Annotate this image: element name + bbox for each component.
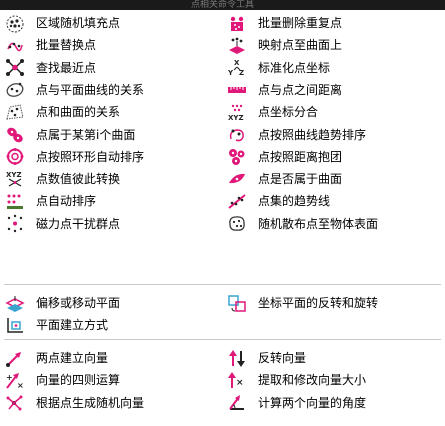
find-nearest-point-icon bbox=[4, 58, 26, 78]
vector-magnitude-icon bbox=[226, 370, 248, 390]
offset-plane-icon bbox=[4, 293, 26, 313]
command-label: 标准化点坐标 bbox=[258, 60, 331, 75]
command-label: 磁力点干扰群点 bbox=[36, 216, 121, 231]
command-item[interactable]: 点与平面曲线的关系 bbox=[0, 80, 144, 100]
map-points-to-surface-icon bbox=[226, 35, 248, 55]
flip-rotate-plane-icon bbox=[226, 293, 248, 313]
command-item[interactable]: 坐标平面的反转和旋转 bbox=[222, 293, 378, 313]
point-in-ith-surface-icon bbox=[4, 125, 26, 145]
command-item[interactable]: 平面建立方式 bbox=[0, 315, 108, 335]
coordinate-split-merge-icon bbox=[226, 102, 248, 122]
command-label: 点坐标分合 bbox=[258, 105, 319, 120]
command-label: 反转向量 bbox=[258, 351, 307, 365]
command-item[interactable]: 反转向量 bbox=[222, 348, 306, 368]
region-random-fill-icon bbox=[4, 13, 26, 33]
batch-replace-points-icon bbox=[4, 35, 26, 55]
point-on-surface-icon bbox=[226, 169, 248, 189]
trend-line-icon bbox=[226, 191, 248, 211]
auto-sort-icon bbox=[4, 191, 26, 211]
command-item[interactable]: 根据点生成随机向量 bbox=[0, 393, 144, 413]
command-item[interactable]: 批量替换点 bbox=[0, 35, 96, 55]
command-item[interactable]: 计算两个向量的角度 bbox=[222, 393, 366, 413]
command-label: 提取和修改向量大小 bbox=[258, 373, 367, 388]
command-label: 点属于某第i个曲面 bbox=[36, 127, 136, 142]
command-item[interactable]: 查找最近点 bbox=[0, 58, 96, 78]
vector-angle-icon bbox=[226, 393, 248, 413]
command-item[interactable]: 向量的四则运算 bbox=[0, 370, 120, 390]
command-label: 向量的四则运算 bbox=[36, 373, 121, 388]
command-item[interactable]: 点集的趋势线 bbox=[222, 191, 330, 211]
command-label: 点与点之间距离 bbox=[258, 82, 343, 97]
delete-duplicate-points-icon bbox=[226, 13, 248, 33]
circular-sort-icon bbox=[4, 147, 26, 167]
command-item[interactable]: 点属于某第i个曲面 bbox=[0, 125, 135, 145]
random-scatter-surface-icon bbox=[226, 214, 248, 234]
command-label: 点集的趋势线 bbox=[258, 194, 331, 209]
command-label: 点按照曲线趋势排序 bbox=[258, 127, 367, 142]
command-label: 计算两个向量的角度 bbox=[258, 395, 367, 410]
command-label: 批量删除重复点 bbox=[258, 16, 343, 30]
command-label: 点和曲面的关系 bbox=[36, 105, 121, 120]
command-item[interactable]: 点自动排序 bbox=[0, 191, 96, 211]
point-plane-curve-relation-icon bbox=[4, 80, 26, 100]
cluster-by-distance-icon bbox=[226, 147, 248, 167]
command-panel: 区域随机填充点 批量删除重复点批量替换点 映射点至曲面上查找最近点 标准化点坐标点与平… bbox=[0, 10, 445, 426]
command-item[interactable]: 提取和修改向量大小 bbox=[222, 370, 366, 390]
command-item[interactable]: 映射点至曲面上 bbox=[222, 35, 342, 55]
command-item[interactable]: 点数值彼此转换 bbox=[0, 169, 120, 189]
random-vector-icon bbox=[4, 393, 26, 413]
command-item[interactable]: 点与点之间距离 bbox=[222, 80, 342, 100]
normalize-coordinates-icon bbox=[226, 58, 248, 78]
command-item[interactable]: 点和曲面的关系 bbox=[0, 102, 120, 122]
two-point-vector-icon bbox=[4, 348, 26, 368]
plane-construct-icon bbox=[4, 315, 26, 335]
command-label: 点数值彼此转换 bbox=[36, 172, 121, 187]
command-label: 点按照距离抱团 bbox=[258, 149, 343, 164]
sort-by-curve-trend-icon bbox=[226, 125, 248, 145]
command-label: 查找最近点 bbox=[36, 60, 97, 75]
command-item[interactable]: 磁力点干扰群点 bbox=[0, 214, 120, 234]
command-label: 平面建立方式 bbox=[36, 318, 109, 333]
command-item[interactable]: 区域随机填充点 bbox=[0, 13, 120, 33]
separator bbox=[4, 284, 441, 285]
command-item[interactable]: 点坐标分合 bbox=[222, 102, 318, 122]
command-label: 区域随机填充点 bbox=[36, 16, 121, 30]
point-distance-icon bbox=[226, 80, 248, 100]
command-label: 批量替换点 bbox=[36, 38, 97, 53]
command-label: 点自动排序 bbox=[36, 194, 97, 209]
command-label: 随机散布点至物体表面 bbox=[258, 216, 379, 231]
command-item[interactable]: 点按照距离抱团 bbox=[222, 147, 342, 167]
command-label: 根据点生成随机向量 bbox=[36, 395, 145, 410]
command-item[interactable]: 点按照曲线趋势排序 bbox=[222, 125, 366, 145]
command-item[interactable]: 批量删除重复点 bbox=[222, 13, 342, 33]
command-item[interactable]: 标准化点坐标 bbox=[222, 58, 330, 78]
magnetic-point-icon bbox=[4, 214, 26, 234]
point-surface-relation-icon bbox=[4, 102, 26, 122]
command-item[interactable]: 点按照环形自动排序 bbox=[0, 147, 144, 167]
command-label: 映射点至曲面上 bbox=[258, 38, 343, 53]
separator bbox=[4, 339, 441, 340]
command-label: 坐标平面的反转和旋转 bbox=[258, 296, 379, 310]
command-item[interactable]: 点是否属于曲面 bbox=[222, 169, 342, 189]
command-label: 点与平面曲线的关系 bbox=[36, 82, 145, 97]
command-item[interactable]: 随机散布点至物体表面 bbox=[222, 214, 378, 234]
command-item[interactable]: 偏移或移动平面 bbox=[0, 293, 120, 313]
command-label: 点按照环形自动排序 bbox=[36, 149, 145, 164]
value-convert-icon bbox=[4, 169, 26, 189]
command-item[interactable]: 两点建立向量 bbox=[0, 348, 108, 368]
reverse-vector-icon bbox=[226, 348, 248, 368]
vector-arithmetic-icon bbox=[4, 370, 26, 390]
command-label: 偏移或移动平面 bbox=[36, 296, 121, 310]
command-label: 两点建立向量 bbox=[36, 351, 109, 365]
window-title: 点相关命令工具 bbox=[0, 0, 445, 10]
command-label: 点是否属于曲面 bbox=[258, 172, 343, 187]
